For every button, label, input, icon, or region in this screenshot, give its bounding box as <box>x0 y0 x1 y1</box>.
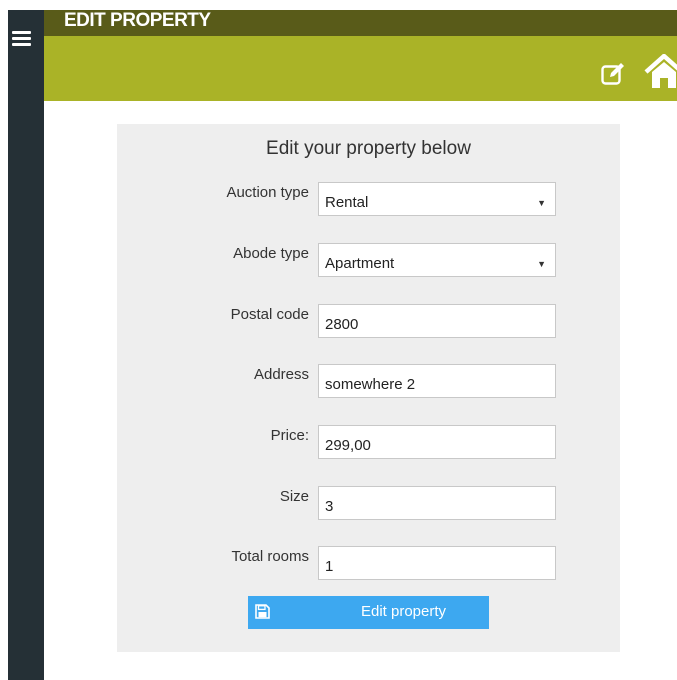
address-label: Address <box>253 366 309 383</box>
abode-type-select[interactable]: Apartment ▼ <box>318 243 556 277</box>
total-rooms-label: Total rooms <box>231 548 309 565</box>
address-input[interactable]: somewhere 2 <box>318 364 556 398</box>
price-input[interactable]: 299,00 <box>318 425 556 459</box>
size-label: Size <box>279 488 309 505</box>
total-rooms-input[interactable]: 1 <box>318 546 556 580</box>
form-row-address: Address somewhere 2 <box>117 364 620 400</box>
form-row-abode-type: Abode type Apartment ▼ <box>117 243 620 279</box>
abode-type-value: Apartment <box>325 255 395 272</box>
auction-type-value: Rental <box>325 194 369 211</box>
postal-code-input[interactable]: 2800 <box>318 304 556 338</box>
edit-property-button-label: Edit property <box>360 603 447 620</box>
form-row-postal-code: Postal code 2800 <box>117 304 620 340</box>
home-icon[interactable] <box>644 54 677 88</box>
form-row-auction-type: Auction type Rental ▼ <box>117 182 620 218</box>
sidebar <box>8 10 44 680</box>
form-row-price: Price: 299,00 <box>117 425 620 461</box>
page-title: EDIT PROPERTY <box>64 10 211 31</box>
form-row-size: Size 3 <box>117 486 620 522</box>
form-heading: Edit your property below <box>266 138 471 159</box>
edit-form-panel: Edit your property below Auction type Re… <box>117 124 620 652</box>
price-label: Price: <box>270 427 309 444</box>
postal-code-label: Postal code <box>230 306 309 323</box>
form-row-total-rooms: Total rooms 1 <box>117 546 620 582</box>
dropdown-caret-icon: ▼ <box>537 259 546 269</box>
edit-icon[interactable] <box>601 62 625 86</box>
top-bar: EDIT PROPERTY <box>44 10 677 36</box>
action-bar <box>44 36 677 101</box>
edit-property-button[interactable]: Edit property <box>248 596 489 629</box>
hamburger-menu-icon[interactable] <box>12 31 31 46</box>
size-input[interactable]: 3 <box>318 486 556 520</box>
auction-type-select[interactable]: Rental ▼ <box>318 182 556 216</box>
auction-type-label: Auction type <box>226 184 309 201</box>
abode-type-label: Abode type <box>233 245 309 262</box>
dropdown-caret-icon: ▼ <box>537 198 546 208</box>
